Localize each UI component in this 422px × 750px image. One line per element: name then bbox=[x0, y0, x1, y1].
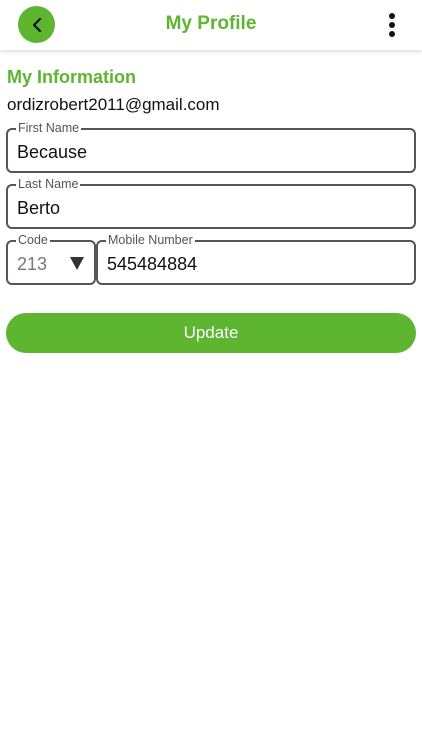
code-label: Code bbox=[16, 233, 50, 247]
user-email: ordizrobert2011@gmail.com bbox=[7, 95, 220, 114]
country-code-select[interactable]: Code 213 bbox=[6, 233, 96, 285]
first-name-input[interactable]: Because bbox=[17, 142, 403, 163]
more-menu-button[interactable] bbox=[380, 11, 404, 39]
last-name-field[interactable]: Last Name Berto bbox=[6, 177, 416, 229]
first-name-label: First Name bbox=[16, 121, 82, 135]
last-name-label: Last Name bbox=[16, 177, 81, 191]
update-button[interactable]: Update bbox=[6, 313, 416, 353]
dropdown-arrow-icon[interactable] bbox=[70, 257, 84, 270]
last-name-input[interactable]: Berto bbox=[17, 198, 403, 219]
mobile-number-label: Mobile Number bbox=[106, 233, 195, 247]
mobile-number-field[interactable]: Mobile Number 545484884 bbox=[96, 233, 416, 285]
app-header: My Profile bbox=[0, 0, 422, 50]
page-title: My Profile bbox=[165, 13, 257, 34]
more-vertical-icon bbox=[389, 13, 395, 19]
section-title: My Information bbox=[7, 67, 136, 87]
first-name-field[interactable]: First Name Because bbox=[6, 121, 416, 173]
mobile-number-input[interactable]: 545484884 bbox=[107, 254, 403, 275]
